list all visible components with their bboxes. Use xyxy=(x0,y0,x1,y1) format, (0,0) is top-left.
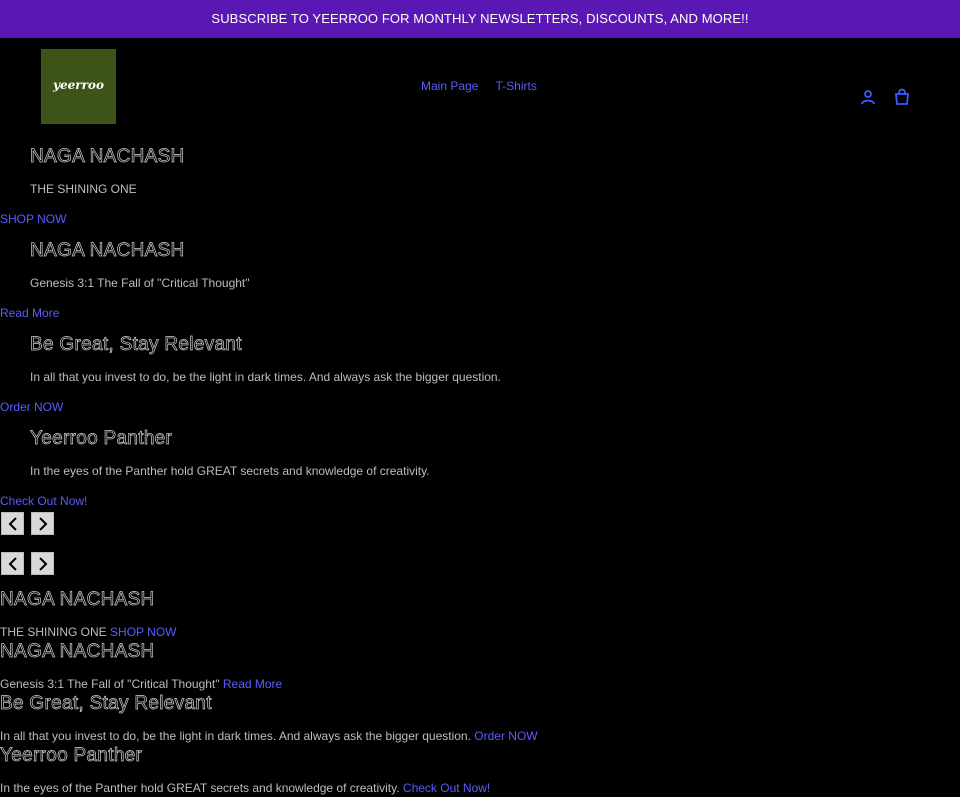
flat-slide-2-title: NAGA NACHASH xyxy=(0,641,155,663)
logo-text: yeerroo xyxy=(53,78,104,92)
flat-slide-3-subtitle: In all that you invest to do, be the lig… xyxy=(0,729,471,743)
chevron-left-icon xyxy=(8,516,17,531)
next-slide-button[interactable] xyxy=(31,512,54,535)
slide-1-title: NAGA NACHASH xyxy=(30,146,185,168)
prev-slide-button[interactable] xyxy=(1,512,24,535)
nav-t-shirts[interactable]: T-Shirts xyxy=(496,79,537,93)
chevron-right-icon xyxy=(38,556,47,571)
slide-2-link[interactable]: Read More xyxy=(0,306,59,320)
flat-slide-3-title: Be Great, Stay Relevant xyxy=(0,693,212,715)
flat-slide-4-line: In the eyes of the Panther hold GREAT se… xyxy=(0,781,490,795)
cart-icon[interactable] xyxy=(893,88,911,111)
flat-slide-4-link[interactable]: Check Out Now! xyxy=(403,781,490,795)
slide-2-title: NAGA NACHASH xyxy=(30,240,185,262)
slide-3-title: Be Great, Stay Relevant xyxy=(30,334,242,356)
slide-4-subtitle: In the eyes of the Panther hold GREAT se… xyxy=(30,464,430,478)
nav-main-page[interactable]: Main Page xyxy=(421,79,478,93)
slide-2-subtitle: Genesis 3:1 The Fall of "Critical Though… xyxy=(30,276,250,290)
slide-3-link[interactable]: Order NOW xyxy=(0,400,63,414)
announcement-bar: SUBSCRIBE TO YEERROO FOR MONTHLY NEWSLET… xyxy=(0,0,960,38)
flat-slide-1-subtitle: THE SHINING ONE xyxy=(0,625,107,639)
slide-4-link[interactable]: Check Out Now! xyxy=(0,494,87,508)
flat-slide-1-line: THE SHINING ONE SHOP NOW xyxy=(0,625,176,639)
flat-slide-1-link[interactable]: SHOP NOW xyxy=(110,625,176,639)
slide-1-subtitle: THE SHINING ONE xyxy=(30,182,137,196)
flat-slide-2-subtitle: Genesis 3:1 The Fall of "Critical Though… xyxy=(0,677,220,691)
chevron-right-icon xyxy=(38,516,47,531)
slide-3-subtitle: In all that you invest to do, be the lig… xyxy=(30,370,501,384)
flat-slide-4-title: Yeerroo Panther xyxy=(0,745,143,767)
prev-slide-button-2[interactable] xyxy=(1,552,24,575)
flat-slide-3-line: In all that you invest to do, be the lig… xyxy=(0,729,538,743)
slide-1-link[interactable]: SHOP NOW xyxy=(0,212,66,226)
chevron-left-icon xyxy=(8,556,17,571)
flat-slide-4-subtitle: In the eyes of the Panther hold GREAT se… xyxy=(0,781,400,795)
logo[interactable]: yeerroo xyxy=(41,49,116,124)
next-slide-button-2[interactable] xyxy=(31,552,54,575)
main-nav: Main Page T-Shirts xyxy=(421,79,551,93)
flat-slide-1-title: NAGA NACHASH xyxy=(0,589,155,611)
flat-slide-2-link[interactable]: Read More xyxy=(223,677,282,691)
slide-4-title: Yeerroo Panther xyxy=(30,428,173,450)
user-icon[interactable] xyxy=(860,89,876,110)
flat-slide-2-line: Genesis 3:1 The Fall of "Critical Though… xyxy=(0,677,282,691)
flat-slide-3-link[interactable]: Order NOW xyxy=(474,729,537,743)
announcement-text: SUBSCRIBE TO YEERROO FOR MONTHLY NEWSLET… xyxy=(211,11,749,26)
